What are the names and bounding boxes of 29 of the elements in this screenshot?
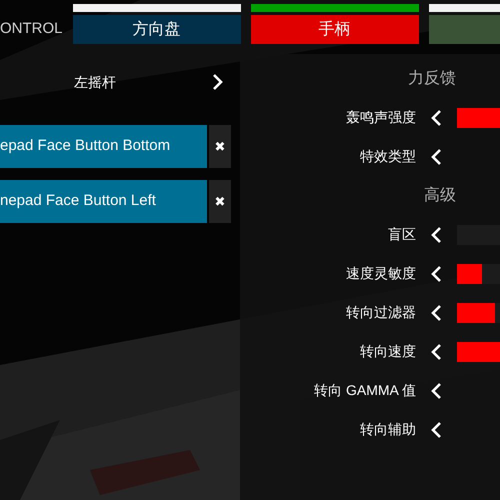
chevron-right-icon[interactable] (212, 73, 223, 91)
chevron-left-icon[interactable] (431, 420, 442, 438)
binding-field[interactable]: epad Face Button Bottom (0, 125, 207, 168)
remove-button[interactable]: ✖ (209, 180, 231, 223)
slider[interactable] (457, 108, 500, 128)
remove-button[interactable]: ✖ (209, 125, 231, 168)
setting-label: 轰鸣声强度 (345, 108, 416, 127)
chevron-left-icon[interactable] (431, 382, 442, 400)
setting-label: 特效类型 (359, 147, 416, 166)
chevron-left-icon[interactable] (431, 108, 442, 126)
chevron-left-icon[interactable] (431, 342, 442, 360)
binding-field[interactable]: nepad Face Button Left (0, 180, 207, 223)
section-header: 力反馈 (408, 68, 456, 88)
setting-label: 转向过滤器 (345, 303, 416, 322)
setting-label: 转向 GAMMA 值 (313, 381, 416, 400)
section-header: 高级 (424, 186, 456, 206)
chevron-left-icon[interactable] (431, 226, 442, 244)
slider[interactable] (457, 264, 500, 284)
slider[interactable] (457, 302, 500, 322)
setting-label: 速度灵敏度 (345, 264, 416, 283)
chevron-left-icon[interactable] (431, 148, 442, 166)
slider[interactable] (457, 342, 500, 362)
setting-label: 盲区 (387, 225, 416, 244)
setting-label: 转向速度 (359, 342, 416, 361)
chevron-left-icon[interactable] (431, 264, 442, 282)
header-title: ONTROL (0, 19, 63, 39)
chevron-left-icon[interactable] (431, 304, 442, 322)
setting-label: 转向辅助 (359, 420, 416, 439)
stick-label: 左摇杆 (74, 72, 116, 92)
